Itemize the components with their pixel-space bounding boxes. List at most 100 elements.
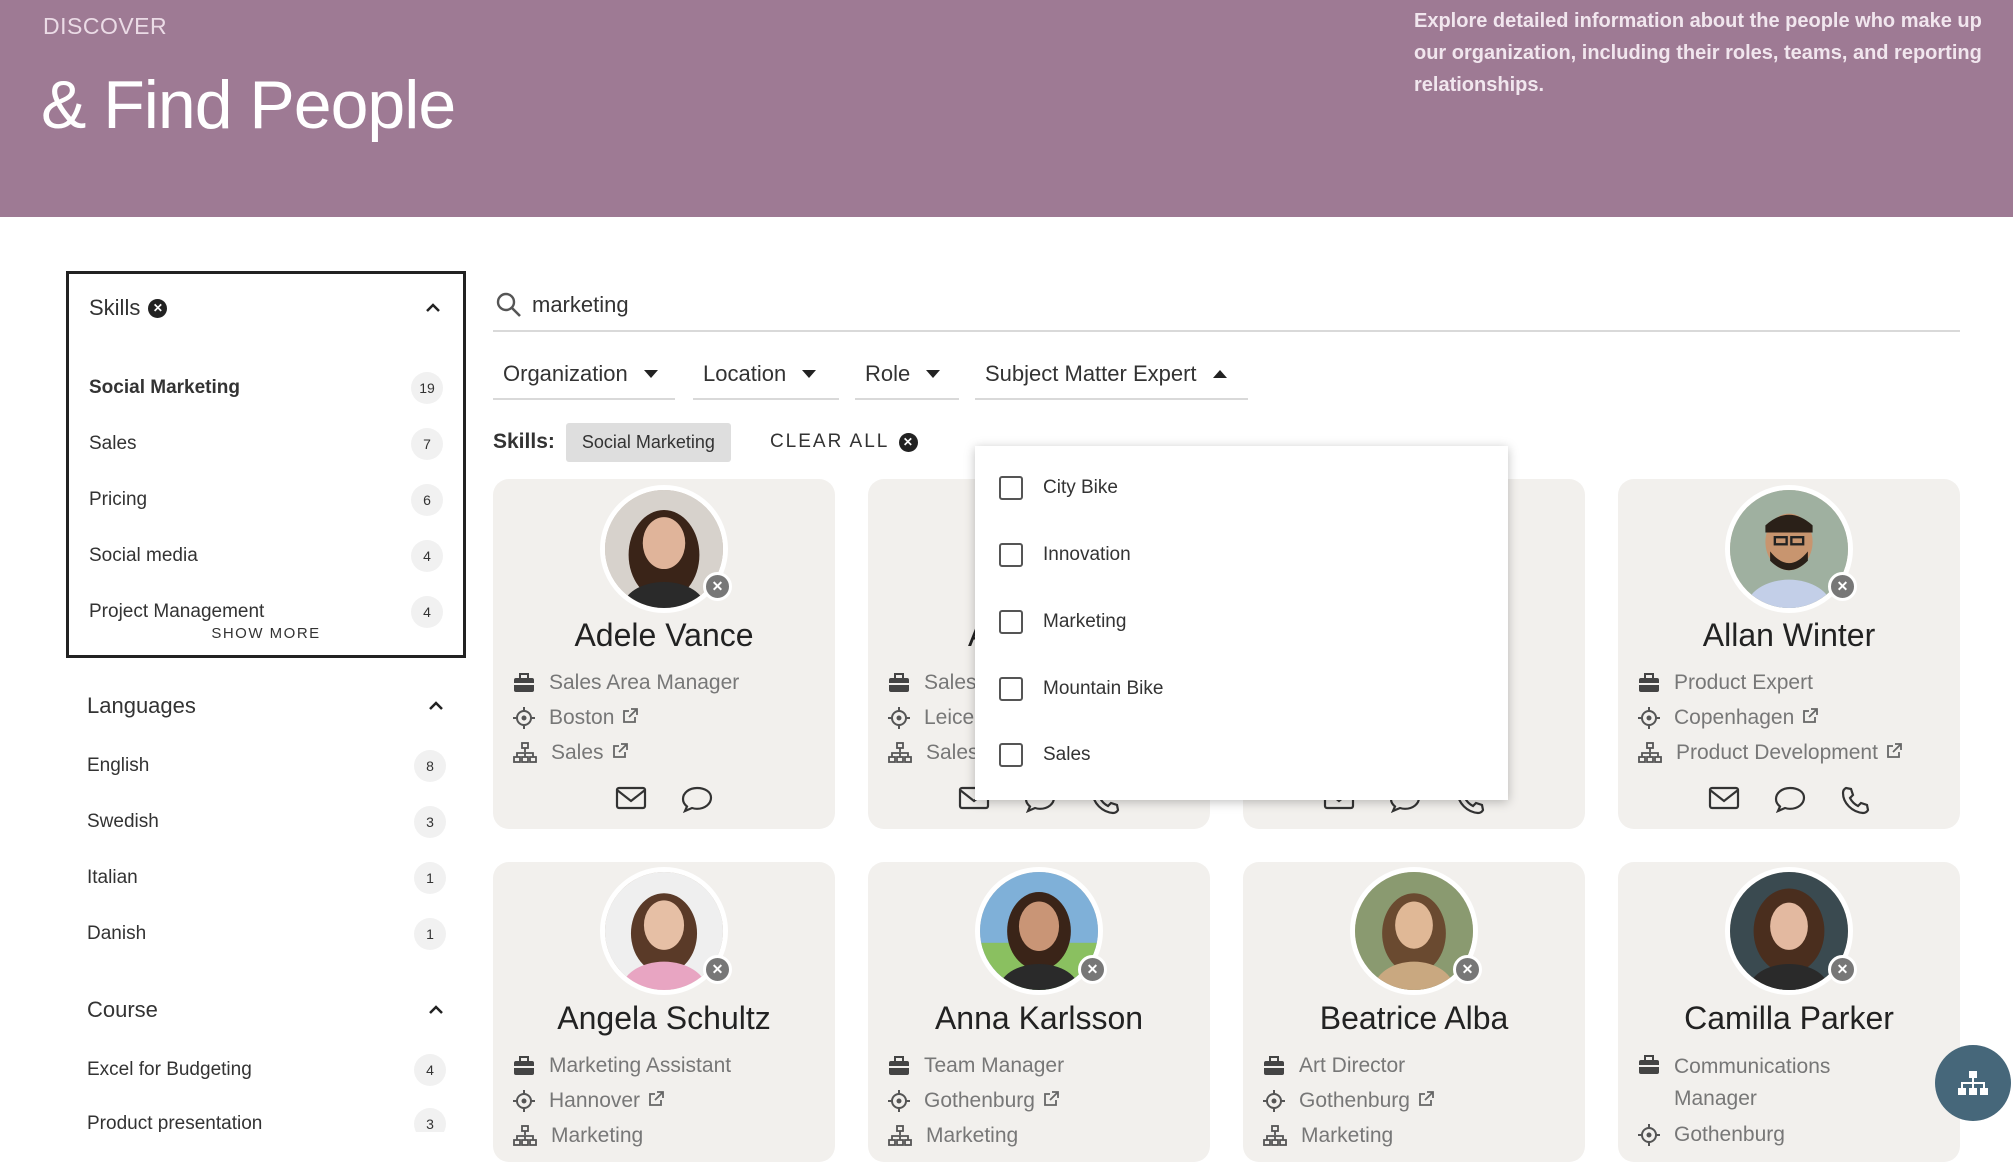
facet-item-count: 7 — [411, 428, 443, 460]
org-chart-icon — [1638, 742, 1662, 763]
external-link-icon[interactable] — [622, 708, 639, 724]
sme-option-label: City Bike — [1043, 477, 1118, 498]
facet-item-danish[interactable]: Danish 1 — [87, 914, 446, 954]
search-input[interactable] — [532, 292, 1832, 318]
hero-banner: DISCOVER & Find People Explore detailed … — [0, 0, 2013, 217]
facet-item-italian[interactable]: Italian 1 — [87, 858, 446, 898]
person-role-text: Product Expert — [1674, 671, 1813, 694]
phone-icon[interactable] — [1840, 785, 1870, 815]
checkbox[interactable] — [999, 610, 1023, 634]
filter-chip[interactable]: Social Marketing — [565, 422, 731, 462]
person-name: Anna Karlsson — [934, 1000, 1144, 1036]
hero-description: Explore detailed information about the p… — [1414, 10, 1982, 96]
org-chart-icon — [513, 1125, 537, 1146]
remove-icon[interactable]: ✕ — [703, 572, 732, 601]
chevron-up-icon[interactable] — [423, 298, 443, 318]
checkbox[interactable] — [999, 543, 1023, 567]
role-dropdown[interactable]: Role — [855, 350, 959, 400]
facet-item-product-presentation[interactable]: Product presentation 3 — [87, 1104, 446, 1132]
remove-icon[interactable]: ✕ — [1078, 955, 1107, 984]
external-link-icon[interactable] — [1886, 743, 1902, 759]
sme-dropdown[interactable]: Subject Matter Expert — [975, 350, 1248, 400]
org-chart-icon — [1958, 1071, 1988, 1095]
facet-item-pricing[interactable]: Pricing 6 — [89, 480, 443, 520]
person-role: Art Director — [1263, 1051, 1575, 1081]
sme-option-label: Innovation — [1043, 544, 1131, 565]
facet-item-excel-for-budgeting[interactable]: Excel for Budgeting 4 — [87, 1050, 446, 1090]
facet-item-label: Italian — [87, 867, 138, 888]
sme-option-innovation[interactable]: Innovation — [999, 535, 1131, 575]
chat-icon[interactable] — [1774, 785, 1806, 813]
sme-option-label: Marketing — [1043, 611, 1127, 632]
checkbox[interactable] — [999, 743, 1023, 767]
languages-facet: Languages English 8 Swedish 3 Italian 1 … — [66, 676, 466, 976]
person-department-text: Sales — [926, 741, 979, 764]
person-location-text: Hannover — [549, 1089, 641, 1112]
clear-skills-icon[interactable]: ✕ — [148, 298, 168, 318]
person-role-text: Communications Manager — [1674, 1055, 1831, 1110]
external-link-icon[interactable] — [1802, 708, 1819, 724]
person-card[interactable]: ✕ Anna Karlsson Team Manager Gothenburg … — [868, 862, 1210, 1162]
person-department[interactable]: Marketing — [1263, 1121, 1575, 1151]
course-facet-header[interactable]: Course — [66, 980, 466, 1040]
person-location[interactable]: Copenhagen — [1638, 703, 1950, 733]
external-link-icon[interactable] — [648, 1091, 664, 1107]
external-link-icon[interactable] — [1418, 1091, 1434, 1107]
facet-item-sales[interactable]: Sales 7 — [89, 424, 443, 464]
person-location[interactable]: Boston — [513, 703, 825, 733]
mail-icon[interactable] — [615, 785, 647, 811]
person-location[interactable]: Gothenburg — [1263, 1086, 1575, 1116]
person-location[interactable]: Gothenburg — [888, 1086, 1200, 1116]
person-location-text: Gothenburg — [1299, 1089, 1410, 1112]
languages-facet-header[interactable]: Languages — [66, 676, 466, 736]
show-more-button[interactable]: SHOW MORE — [69, 625, 463, 642]
external-link-icon[interactable] — [1043, 1091, 1059, 1107]
person-department[interactable]: Marketing — [513, 1121, 825, 1151]
remove-icon[interactable]: ✕ — [1828, 955, 1857, 984]
chevron-up-icon[interactable] — [426, 1000, 446, 1020]
caret-up-icon — [1212, 370, 1227, 378]
mail-icon[interactable] — [1708, 785, 1740, 811]
sme-option-label: Mountain Bike — [1043, 678, 1164, 699]
checkbox[interactable] — [999, 677, 1023, 701]
person-card[interactable]: ✕ Beatrice Alba Art Director Gothenburg … — [1243, 862, 1585, 1162]
facet-item-label: Social media — [89, 545, 198, 566]
remove-icon[interactable]: ✕ — [1828, 572, 1857, 601]
person-card[interactable]: ✕ Adele Vance Sales Area Manager Boston … — [493, 479, 835, 829]
sme-option-mountain-bike[interactable]: Mountain Bike — [999, 669, 1163, 709]
facet-item-swedish[interactable]: Swedish 3 — [87, 802, 446, 842]
course-facet-title: Course — [87, 997, 158, 1022]
person-card[interactable]: ✕ Angela Schultz Marketing Assistant Han… — [493, 862, 835, 1162]
sme-option-sales[interactable]: Sales — [999, 735, 1091, 775]
organization-dropdown[interactable]: Organization — [493, 350, 675, 400]
person-department[interactable]: Marketing — [888, 1121, 1200, 1151]
sme-option-city-bike[interactable]: City Bike — [999, 468, 1118, 508]
person-card[interactable]: ✕ Allan Winter Product Expert Copenhagen… — [1618, 479, 1960, 829]
facet-item-social-marketing[interactable]: Social Marketing 19 — [89, 368, 443, 408]
person-department-text: Marketing — [551, 1124, 644, 1147]
remove-icon[interactable]: ✕ — [703, 955, 732, 984]
skills-facet-header[interactable]: Skills ✕ — [69, 278, 463, 338]
external-link-icon[interactable] — [612, 743, 628, 759]
skills-facet: Skills ✕ Social Marketing 19 Sales 7 Pri… — [66, 271, 466, 658]
remove-icon[interactable]: ✕ — [1453, 955, 1482, 984]
person-role: Product Expert — [1638, 668, 1950, 698]
location-target-icon — [1263, 1090, 1285, 1112]
person-location[interactable]: Hannover — [513, 1086, 825, 1116]
sme-option-marketing[interactable]: Marketing — [999, 602, 1126, 642]
person-department[interactable]: Sales — [513, 738, 825, 768]
facet-item-label: Pricing — [89, 489, 148, 510]
checkbox[interactable] — [999, 476, 1023, 500]
facet-item-english[interactable]: English 8 — [87, 746, 446, 786]
clear-all-button[interactable]: CLEAR ALL ✕ — [770, 431, 919, 453]
page-title: & Find People — [41, 67, 456, 143]
facet-item-social-media[interactable]: Social media 4 — [89, 536, 443, 576]
location-dropdown[interactable]: Location — [693, 350, 839, 400]
person-role: Team Manager — [888, 1051, 1200, 1081]
person-department[interactable]: Product Development — [1638, 738, 1950, 768]
chat-icon[interactable] — [681, 785, 713, 813]
chevron-up-icon[interactable] — [426, 696, 446, 716]
person-card[interactable]: ✕ Camilla Parker Communications Manager … — [1618, 862, 1960, 1162]
org-chart-button[interactable] — [1935, 1045, 2011, 1121]
person-location[interactable]: Gothenburg — [1638, 1120, 1950, 1150]
